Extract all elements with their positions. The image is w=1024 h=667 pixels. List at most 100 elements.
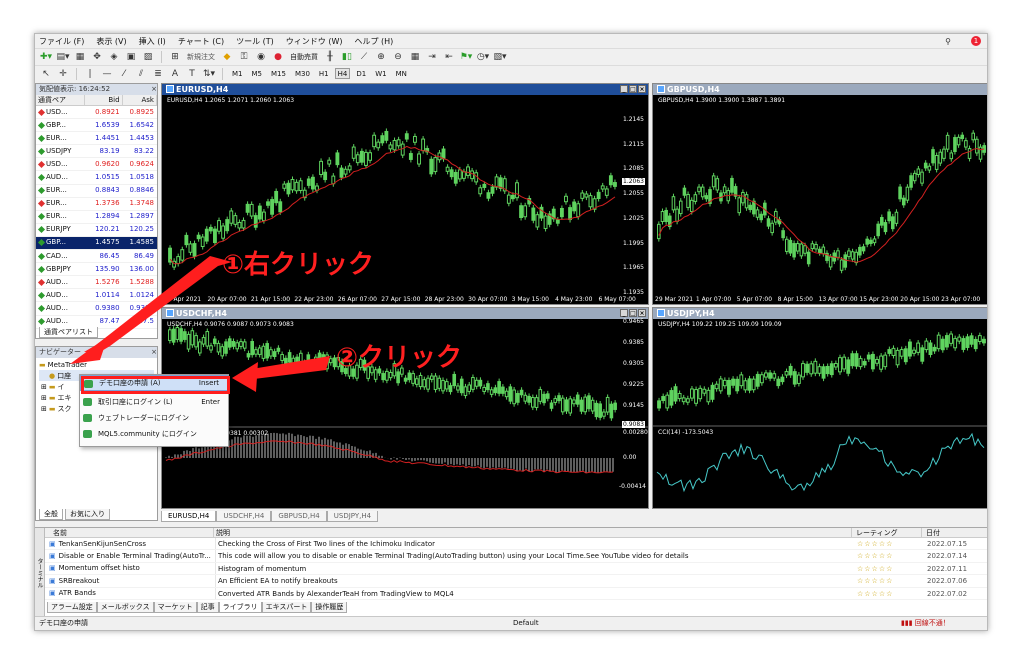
menu-help[interactable]: ヘルプ (H) bbox=[354, 36, 393, 47]
terminal-tab-library[interactable]: ライブラリ bbox=[218, 602, 262, 613]
menu-tools[interactable]: ツール (T) bbox=[236, 36, 274, 47]
channel-icon[interactable]: ⫽ bbox=[134, 67, 148, 80]
search-icon[interactable]: ⚲ bbox=[945, 37, 951, 46]
market-watch-row[interactable]: AUD... 1.0515 1.0518 bbox=[36, 171, 157, 185]
cursor-icon[interactable]: ↖ bbox=[39, 67, 53, 80]
autoscroll-icon[interactable]: ⇥ bbox=[425, 51, 439, 64]
new-chart-icon[interactable]: ✚▾ bbox=[39, 51, 53, 64]
templates-icon[interactable]: ▧▾ bbox=[493, 51, 507, 64]
market-watch-row[interactable]: EUR... 1.2894 1.2897 bbox=[36, 211, 157, 224]
auto-trading-icon[interactable]: ● bbox=[271, 51, 285, 64]
market-watch-row[interactable]: CAD... 86.45 86.49 bbox=[36, 250, 157, 264]
zoom-in-icon[interactable]: ⊕ bbox=[374, 51, 388, 64]
market-watch-row[interactable]: AUD... 1.0114 1.0124 bbox=[36, 289, 157, 303]
terminal-tab-journal[interactable]: 操作履歴 bbox=[311, 602, 348, 613]
terminal-tab-articles[interactable]: 記事 bbox=[196, 602, 219, 613]
tab-common[interactable]: 全般 bbox=[39, 509, 63, 520]
alert-icon[interactable]: 1 bbox=[971, 36, 981, 46]
market-watch-row[interactable]: EUR... 1.4451 1.4453 bbox=[36, 132, 157, 146]
market-watch-row[interactable]: EURJPY 120.21 120.25 bbox=[36, 224, 157, 237]
tab-symbols[interactable]: 通貨ペアリスト bbox=[39, 327, 98, 338]
library-row[interactable]: ▣ SRBreakout An Efficient EA to notify bre… bbox=[37, 575, 987, 588]
terminal-tab-experts[interactable]: エキスパート bbox=[261, 602, 312, 613]
market-watch-row[interactable]: AUD... 1.5276 1.5288 bbox=[36, 276, 157, 290]
col-bid[interactable]: Bid bbox=[85, 95, 123, 105]
indicators-icon[interactable]: ⚑▾ bbox=[459, 51, 473, 64]
fibo-icon[interactable]: ≣ bbox=[151, 67, 165, 80]
market-watch-row[interactable]: EUR... 1.3736 1.3748 bbox=[36, 198, 157, 211]
col-name[interactable]: 名前 bbox=[45, 528, 213, 537]
vertical-line-icon[interactable]: | bbox=[83, 67, 97, 80]
timeframe-m1[interactable]: M1 bbox=[229, 68, 246, 79]
new-order-button[interactable]: 新規注文 bbox=[185, 52, 217, 62]
timeframe-m15[interactable]: M15 bbox=[268, 68, 289, 79]
timeframe-w1[interactable]: W1 bbox=[372, 68, 389, 79]
terminal-tab-market[interactable]: マーケット bbox=[153, 602, 197, 613]
market-watch-icon[interactable]: ▦ bbox=[73, 51, 87, 64]
text-icon[interactable]: A bbox=[168, 67, 182, 80]
tab-favorites[interactable]: お気に入り bbox=[65, 509, 110, 520]
timeframe-m30[interactable]: M30 bbox=[292, 68, 313, 79]
col-rating[interactable]: レーティング bbox=[851, 528, 921, 537]
menu-insert[interactable]: 挿入 (I) bbox=[139, 36, 166, 47]
timeframe-d1[interactable]: D1 bbox=[353, 68, 369, 79]
market-watch-row[interactable]: GBPJPY 135.90 136.00 bbox=[36, 263, 157, 277]
market-watch-row[interactable]: GBP... 1.4575 1.4585 bbox=[36, 236, 157, 251]
arrows-icon[interactable]: ⇅▾ bbox=[202, 67, 216, 80]
navigator-icon[interactable]: ✥ bbox=[90, 51, 104, 64]
market-watch-row[interactable]: AUD... 0.9380 0.9388 bbox=[36, 302, 157, 316]
auto-trading-button[interactable]: 自動売買 bbox=[288, 52, 320, 62]
terminal-icon[interactable]: ▣ bbox=[124, 51, 138, 64]
terminal-tab-alerts[interactable]: アラーム設定 bbox=[47, 602, 97, 613]
library-row[interactable]: ▣ Momentum offset histo Histogram of momen… bbox=[37, 562, 987, 576]
col-date[interactable]: 日付 bbox=[921, 528, 979, 537]
col-symbol[interactable]: 通貨ペア bbox=[36, 95, 86, 105]
terminal-tab-mailbox[interactable]: メールボックス bbox=[96, 602, 154, 613]
close-icon[interactable]: × bbox=[151, 84, 157, 95]
col-ask[interactable]: Ask bbox=[123, 95, 157, 105]
close-icon[interactable]: × bbox=[151, 347, 157, 358]
crosshair-icon[interactable]: ✛ bbox=[56, 67, 70, 80]
chart-type-bars-icon[interactable]: ╫ bbox=[323, 51, 337, 64]
chart-type-line-icon[interactable]: ⟋ bbox=[357, 51, 371, 64]
text-label-icon[interactable]: T bbox=[185, 67, 199, 80]
library-row[interactable]: ▣ ATR Bands Converted ATR Bands by Alexand… bbox=[37, 587, 987, 600]
horizontal-line-icon[interactable]: — bbox=[100, 67, 114, 80]
menu-item-login-webtrader[interactable]: ウェブトレーダーにログイン bbox=[80, 410, 228, 426]
chart-window-usdjpy[interactable]: USDJPY,H4 USDJPY,H4 109.22 109.25 109.09… bbox=[652, 307, 987, 509]
zoom-out-icon[interactable]: ⊖ bbox=[391, 51, 405, 64]
chart-type-candles-icon[interactable]: ▮▯ bbox=[340, 51, 354, 64]
menu-file[interactable]: ファイル (F) bbox=[39, 36, 84, 47]
menu-chart[interactable]: チャート (C) bbox=[178, 36, 224, 47]
menu-item-login-trade-account[interactable]: 取引口座にログイン (L) Enter bbox=[80, 394, 228, 410]
periods-icon[interactable]: ◷▾ bbox=[476, 51, 490, 64]
chart-tab-eurusd[interactable]: EURUSD,H4 bbox=[161, 511, 217, 522]
metaeditor-icon[interactable]: ◆ bbox=[220, 51, 234, 64]
timeframe-mn[interactable]: MN bbox=[393, 68, 410, 79]
col-description[interactable]: 説明 bbox=[213, 528, 851, 537]
menu-window[interactable]: ウィンドウ (W) bbox=[286, 36, 343, 47]
timeframe-h4[interactable]: H4 bbox=[334, 68, 351, 79]
chart-tab-usdjpy[interactable]: USDJPY,H4 bbox=[326, 511, 379, 522]
menu-item-login-mql5[interactable]: MQL5.community にログイン bbox=[80, 426, 228, 442]
library-row[interactable]: ▣ Disable or Enable Terminal Trading(Auto… bbox=[37, 550, 987, 563]
chart-tab-gbpusd[interactable]: GBPUSD,H4 bbox=[271, 511, 327, 522]
library-row[interactable]: ▣ TenkanSenKijunSenCross Checking the Cros… bbox=[37, 538, 987, 551]
market-watch-row[interactable]: GBP... 1.6539 1.6542 bbox=[36, 119, 157, 133]
timeframe-m5[interactable]: M5 bbox=[249, 68, 266, 79]
data-window-icon[interactable]: ◈ bbox=[107, 51, 121, 64]
trend-line-icon[interactable]: ⁄ bbox=[117, 67, 131, 80]
market-watch-row[interactable]: USDJPY 83.19 83.22 bbox=[36, 145, 157, 159]
chart-tab-usdchf[interactable]: USDCHF,H4 bbox=[216, 511, 272, 522]
tile-icon[interactable]: ▦ bbox=[408, 51, 422, 64]
tester-icon[interactable]: ▨ bbox=[141, 51, 155, 64]
market-watch-row[interactable]: USD... 0.8921 0.8925 bbox=[36, 106, 157, 120]
timeframe-h1[interactable]: H1 bbox=[316, 68, 332, 79]
lock-icon[interactable]: ⚿ bbox=[237, 51, 251, 64]
signal-icon[interactable]: ◉ bbox=[254, 51, 268, 64]
tree-root[interactable]: ▬ MetaTrader bbox=[39, 359, 154, 370]
chart-window-gbpusd[interactable]: GBPUSD,H4 GBPUSD,H4 1.3900 1.3900 1.3887… bbox=[652, 83, 987, 305]
market-watch-row[interactable]: USD... 0.9620 0.9624 bbox=[36, 158, 157, 172]
menu-view[interactable]: 表示 (V) bbox=[96, 36, 126, 47]
profiles-icon[interactable]: ▤▾ bbox=[56, 51, 70, 64]
